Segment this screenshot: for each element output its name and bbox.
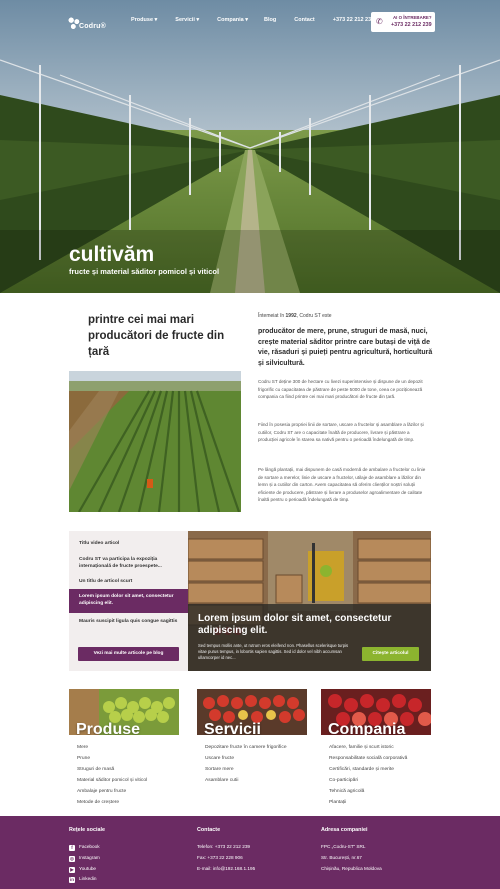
address-company: FPC „Codru-ST” SRL	[321, 844, 366, 849]
nav-item-servicii[interactable]: Servicii ▾	[175, 17, 199, 23]
article-link-3[interactable]: Un titlu de articol scurt	[69, 578, 188, 585]
hero-banner: Codru® Produse ▾ Servicii ▾ Compania ▾ B…	[0, 0, 500, 293]
hero-subtitle: fructe și material săditor pomicol și vi…	[69, 267, 220, 276]
category-compania-image[interactable]: Compania	[321, 689, 431, 735]
nav-item-contact[interactable]: Contact	[294, 17, 314, 23]
footer-contacts: Contacte Telefon: +373 22 212 239 Fax: +…	[197, 827, 255, 874]
articles-list: Titlu video articol Codru ST va particip…	[69, 531, 188, 671]
link-plantatii[interactable]: Plantații	[321, 797, 431, 808]
intro-paragraph-2: Fiind în posesia propriei linii de sorta…	[258, 422, 424, 443]
link-co-participari[interactable]: Co-participări	[321, 775, 431, 786]
category-compania-links: Afacere, familie și scurt istoric Respon…	[321, 742, 431, 809]
site-footer: Rețele sociale f Facebook ◎ Instagram ▶ You…	[0, 816, 500, 889]
footer-address-title: Adresa companiei	[321, 827, 368, 833]
social-instagram-label: Instagram	[79, 854, 100, 860]
hero-title: cultivăm	[69, 243, 155, 266]
link-prune[interactable]: Prune	[69, 753, 179, 764]
intro-lead: producător de mere, prune, struguri de m…	[258, 328, 433, 367]
category-produse: Produse Mere Prune Struguri de masă Mate…	[69, 689, 179, 809]
contact-email[interactable]: E-mail: info@192.168.1.195	[197, 864, 255, 875]
link-struguri[interactable]: Struguri de masă	[69, 764, 179, 775]
intro-heading: printre cei mai mari producători de fruc…	[88, 314, 225, 358]
address-city: Chișinău, Republica Moldova	[321, 865, 382, 871]
link-depozitare[interactable]: Depozitare fructe în camere frigorifice	[197, 742, 307, 753]
orchard-aerial-photo	[69, 371, 241, 512]
footer-social-title: Rețele sociale	[69, 827, 105, 833]
nav-item-phone[interactable]: +373 22 212 239	[333, 17, 374, 23]
phone-icon: ✆	[376, 17, 383, 26]
article-link-1[interactable]: Titlu video articol	[69, 537, 188, 551]
nav-item-compania[interactable]: Compania ▾	[217, 17, 248, 23]
social-linkedin[interactable]: in Linkedin	[69, 874, 105, 885]
link-mere[interactable]: Mere	[69, 742, 179, 753]
link-uscare[interactable]: Uscare fructe	[197, 753, 307, 764]
category-servicii-links: Depozitare fructe în camere frigorifice …	[197, 742, 307, 786]
social-facebook-label: Facebook	[79, 844, 100, 849]
link-responsabilitate[interactable]: Responsabilitate socială corporativă	[321, 753, 431, 764]
nav-item-blog[interactable]: Blog	[264, 17, 276, 23]
article-link-2[interactable]: Codru ST va participa la expoziția inter…	[69, 551, 188, 570]
link-tehnica[interactable]: Tehnică agricolă	[321, 786, 431, 797]
article-link-5[interactable]: Mauris suscipit ligula quis congue sagit…	[69, 618, 188, 625]
social-instagram[interactable]: ◎ Instagram	[69, 853, 105, 864]
linkedin-icon: in	[69, 877, 75, 884]
social-youtube[interactable]: ▶ Youtube	[69, 864, 105, 875]
contact-phone[interactable]: Telefon: +373 22 212 239	[197, 842, 255, 853]
founded-prefix: Întemeiat în	[258, 313, 286, 319]
category-compania: Compania Afacere, familie și scurt istor…	[321, 689, 431, 809]
featured-article-excerpt: Sed tempus mollis ante, ut rutrum eros e…	[198, 643, 349, 661]
facebook-icon: f	[69, 845, 75, 851]
category-produse-image[interactable]: Produse	[69, 689, 179, 735]
intro-paragraph-3: Pe lângă plantații, mai dispunem de casă…	[258, 467, 426, 503]
category-servicii: Servicii Depozitare fructe în camere fri…	[197, 689, 307, 786]
link-material-saditor[interactable]: Material săditor pomicol și viticol	[69, 775, 179, 786]
footer-social: Rețele sociale f Facebook ◎ Instagram ▶ You…	[69, 827, 105, 885]
footer-address: Adresa companiei FPC „Codru-ST” SRL Str.…	[321, 827, 382, 874]
article-link-4-active[interactable]: Lorem ipsum dolor sit amet, consectetur …	[69, 589, 188, 613]
nav-item-produse[interactable]: Produse ▾	[131, 17, 157, 23]
link-metode-crestere[interactable]: Metode de creștere	[69, 797, 179, 808]
category-compania-title[interactable]: Compania	[328, 721, 405, 735]
contact-fax: Fax: +373 22 228 906	[197, 854, 243, 860]
article-link-2-text: Codru ST va participa la expoziția inter…	[79, 557, 162, 570]
more-articles-button[interactable]: Vezi mai multe articole pe blog	[78, 647, 179, 661]
social-facebook[interactable]: f Facebook	[69, 842, 105, 853]
ask-question-button[interactable]: ✆ AI O ÎNTREBARE? +373 22 212 239	[371, 12, 435, 32]
top-navigation: Codru® Produse ▾ Servicii ▾ Compania ▾ B…	[0, 10, 500, 36]
intro-paragraph-1: Codru ST deține 300 de hectare cu livezi…	[258, 379, 423, 400]
featured-article-title[interactable]: Lorem ipsum dolor sit amet, consectetur …	[198, 613, 423, 637]
link-sortare[interactable]: Sortare mere	[197, 764, 307, 775]
category-servicii-title[interactable]: Servicii	[204, 721, 261, 735]
link-ambalaje[interactable]: Ambalaje pentru fructe	[69, 786, 179, 797]
footer-contacts-title: Contacte	[197, 827, 221, 833]
read-article-button[interactable]: Citește articolul	[362, 647, 419, 661]
social-linkedin-label: Linkedin	[79, 876, 97, 882]
intro-founded: Întemeiat în 1992, Codru ST este	[258, 313, 332, 319]
social-youtube-label: Youtube	[79, 865, 97, 871]
ask-question-label: AI O ÎNTREBARE?	[393, 15, 432, 20]
category-produse-title[interactable]: Produse	[76, 721, 140, 735]
youtube-icon: ▶	[69, 866, 75, 873]
featured-article-overlay: Lorem ipsum dolor sit amet, consectetur …	[188, 604, 431, 671]
founded-year: 1992	[285, 313, 297, 319]
address-street: Str. București, nr.67	[321, 854, 362, 860]
logo-text: Codru®	[79, 23, 106, 30]
link-asamblare[interactable]: Asamblare cutii	[197, 775, 307, 786]
founded-suffix: , Codru ST este	[296, 313, 332, 319]
codru-logo[interactable]: Codru®	[67, 16, 106, 38]
main-menu: Produse ▾ Servicii ▾ Compania ▾ Blog Con…	[131, 17, 392, 23]
instagram-icon: ◎	[69, 855, 75, 862]
link-afacere[interactable]: Afacere, familie și scurt istoric	[321, 742, 431, 753]
ask-question-phone: +373 22 212 239	[391, 22, 432, 28]
link-certificari[interactable]: Certificări, standarde și merite	[321, 764, 431, 775]
featured-article[interactable]: Lorem ipsum dolor sit amet, consectetur …	[188, 531, 431, 671]
category-servicii-image[interactable]: Servicii	[197, 689, 307, 735]
category-produse-links: Mere Prune Struguri de masă Material săd…	[69, 742, 179, 809]
